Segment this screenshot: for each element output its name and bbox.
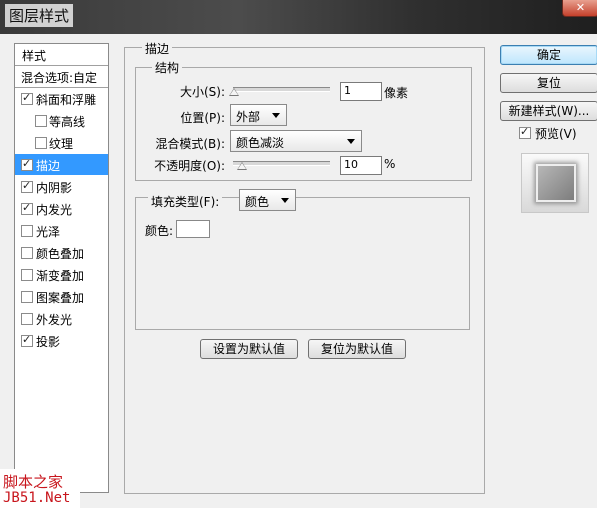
ok-button[interactable]: 确定 xyxy=(500,45,597,65)
style-item[interactable]: 等高线 xyxy=(15,110,108,131)
style-item-label: 图案叠加 xyxy=(36,291,85,305)
style-item[interactable]: 内发光 xyxy=(15,198,108,219)
new-style-button[interactable]: 新建样式(W)... xyxy=(500,101,597,121)
reset-default-button[interactable]: 复位为默认值 xyxy=(308,339,406,359)
style-item-label: 外发光 xyxy=(36,313,73,327)
fill-type-select[interactable]: 颜色 xyxy=(239,189,296,211)
style-item[interactable]: 外发光 xyxy=(15,308,108,329)
style-item[interactable]: 渐变叠加 xyxy=(15,264,108,285)
style-item-checkbox[interactable] xyxy=(21,269,33,281)
fill-type-group xyxy=(135,197,470,330)
size-label: 大小(S): xyxy=(179,85,225,99)
blend-mode-select[interactable]: 颜色减淡 xyxy=(230,130,362,152)
opacity-unit: % xyxy=(384,157,396,171)
preview-square xyxy=(536,164,576,202)
style-item-checkbox[interactable] xyxy=(21,201,33,215)
style-list-header[interactable]: 样式 xyxy=(15,44,108,66)
set-default-button[interactable]: 设置为默认值 xyxy=(200,339,298,359)
position-select[interactable]: 外部 xyxy=(230,104,287,126)
color-label: 颜色: xyxy=(145,224,174,238)
style-item-label: 斜面和浮雕 xyxy=(36,93,97,107)
stroke-group-title: 描边 xyxy=(142,40,173,57)
style-item[interactable]: 图案叠加 xyxy=(15,286,108,307)
chevron-down-icon xyxy=(272,113,280,118)
style-item-label: 渐变叠加 xyxy=(36,269,85,283)
watermark: 脚本之家 JB51.Net xyxy=(0,469,80,508)
fill-type-label: 填充类型(F): xyxy=(148,193,223,210)
style-item-checkbox[interactable] xyxy=(21,179,33,193)
style-item[interactable]: 纹理 xyxy=(15,132,108,153)
style-item-label: 投影 xyxy=(36,335,61,349)
position-label: 位置(P): xyxy=(180,111,225,125)
opacity-input[interactable]: 10 xyxy=(340,156,382,175)
preview-checkbox[interactable]: 预览(V) xyxy=(517,123,592,144)
style-item[interactable]: 描边 xyxy=(15,154,108,175)
style-item-label: 颜色叠加 xyxy=(36,247,85,261)
style-list: 样式 混合选项:自定 斜面和浮雕等高线纹理描边内阴影内发光光泽颜色叠加渐变叠加图… xyxy=(14,43,109,493)
size-slider[interactable] xyxy=(233,87,330,92)
style-item-checkbox[interactable] xyxy=(21,247,33,259)
chevron-down-icon xyxy=(347,139,355,144)
opacity-label: 不透明度(O): xyxy=(154,159,225,173)
style-item[interactable]: 颜色叠加 xyxy=(15,242,108,263)
style-item-checkbox[interactable] xyxy=(21,291,33,303)
style-item-checkbox[interactable] xyxy=(35,137,47,149)
style-item-checkbox[interactable] xyxy=(21,225,33,237)
close-button[interactable]: ✕ xyxy=(562,0,597,17)
opacity-slider[interactable] xyxy=(233,161,330,166)
opacity-slider-thumb[interactable] xyxy=(237,162,247,170)
style-item[interactable]: 内阴影 xyxy=(15,176,108,197)
size-unit: 像素 xyxy=(384,86,409,100)
style-item[interactable]: 光泽 xyxy=(15,220,108,241)
style-item-label: 内阴影 xyxy=(36,181,73,195)
style-item-checkbox[interactable] xyxy=(21,313,33,325)
style-item-label: 等高线 xyxy=(49,115,86,129)
blend-mode-label: 混合模式(B): xyxy=(155,137,225,151)
style-item-label: 光泽 xyxy=(36,225,61,239)
style-item[interactable]: 斜面和浮雕 xyxy=(15,88,108,109)
style-item-label: 描边 xyxy=(36,159,61,173)
size-input[interactable]: 1 xyxy=(340,82,382,101)
style-item-checkbox[interactable] xyxy=(21,333,33,347)
size-slider-thumb[interactable] xyxy=(229,88,239,96)
color-swatch[interactable] xyxy=(176,220,210,238)
close-icon: ✕ xyxy=(575,1,586,14)
style-item-label: 纹理 xyxy=(49,137,74,151)
style-preview xyxy=(521,153,589,213)
style-item-checkbox[interactable] xyxy=(21,157,33,171)
style-item-checkbox[interactable] xyxy=(21,91,33,105)
style-item[interactable]: 投影 xyxy=(15,330,108,351)
style-item-label: 内发光 xyxy=(36,203,73,217)
reset-button[interactable]: 复位 xyxy=(500,73,597,93)
structure-group-title: 结构 xyxy=(152,59,183,76)
chevron-down-icon xyxy=(281,198,289,203)
title-bar: 图层样式 ✕ xyxy=(0,0,597,34)
style-item-checkbox[interactable] xyxy=(35,115,47,127)
window-title: 图层样式 xyxy=(5,4,74,27)
blend-options-item[interactable]: 混合选项:自定 xyxy=(15,66,108,88)
checkbox[interactable] xyxy=(519,125,531,139)
